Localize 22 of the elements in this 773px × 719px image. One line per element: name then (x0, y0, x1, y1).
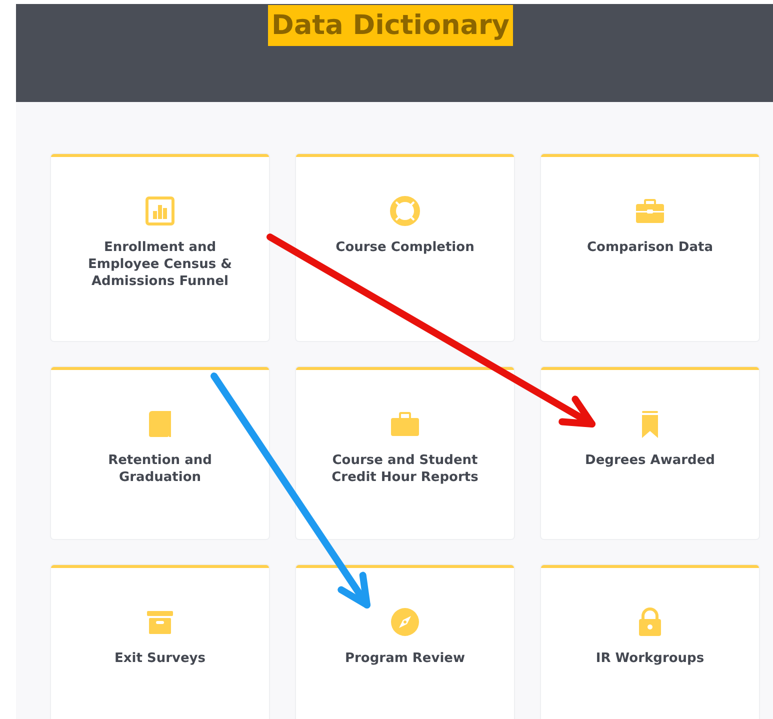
card-label: Comparison Data (587, 239, 713, 256)
category-card[interactable]: IR Workgroups (541, 565, 759, 719)
category-card[interactable]: Exit Surveys (51, 565, 269, 719)
category-card[interactable]: Retention and Graduation (51, 367, 269, 539)
card-label: IR Workgroups (596, 650, 704, 667)
compass-icon (389, 606, 421, 638)
card-label: Program Review (344, 650, 465, 667)
card-label: Retention and Graduation (107, 452, 213, 486)
category-card[interactable]: Program Review (296, 565, 514, 719)
card-label: Course Completion (336, 239, 474, 256)
card-label: Exit Surveys (114, 650, 206, 667)
card-label: Degrees Awarded (585, 452, 715, 469)
page-title: Data Dictionary (268, 5, 514, 46)
category-card[interactable]: Course Completion (296, 154, 514, 341)
lifebuoy-icon (389, 195, 421, 227)
category-card[interactable]: Comparison Data (541, 154, 759, 341)
bar-chart-icon (144, 195, 176, 227)
card-label: Course and Student Credit Hour Reports (330, 452, 480, 486)
category-card[interactable]: Enrollment and Employee Census & Admissions Funnel (51, 154, 269, 341)
category-card[interactable]: Course and Student Credit Hour Reports (296, 367, 514, 539)
category-card[interactable]: Degrees Awarded (541, 367, 759, 539)
card-label: Enrollment and Employee Census & Admissions Funnel (87, 239, 233, 290)
